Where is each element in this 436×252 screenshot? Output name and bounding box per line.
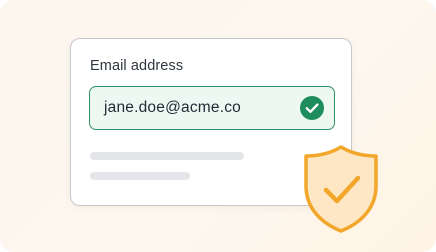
email-field[interactable]: jane.doe@acme.co [89,86,335,130]
email-value: jane.doe@acme.co [104,99,241,116]
check-circle-icon [300,96,324,120]
email-label: Email address [90,58,184,74]
placeholder-line [90,152,244,160]
placeholder-line [90,172,190,180]
illustration-background: Email address jane.doe@acme.co [0,0,436,252]
shield-check-icon [304,145,378,233]
